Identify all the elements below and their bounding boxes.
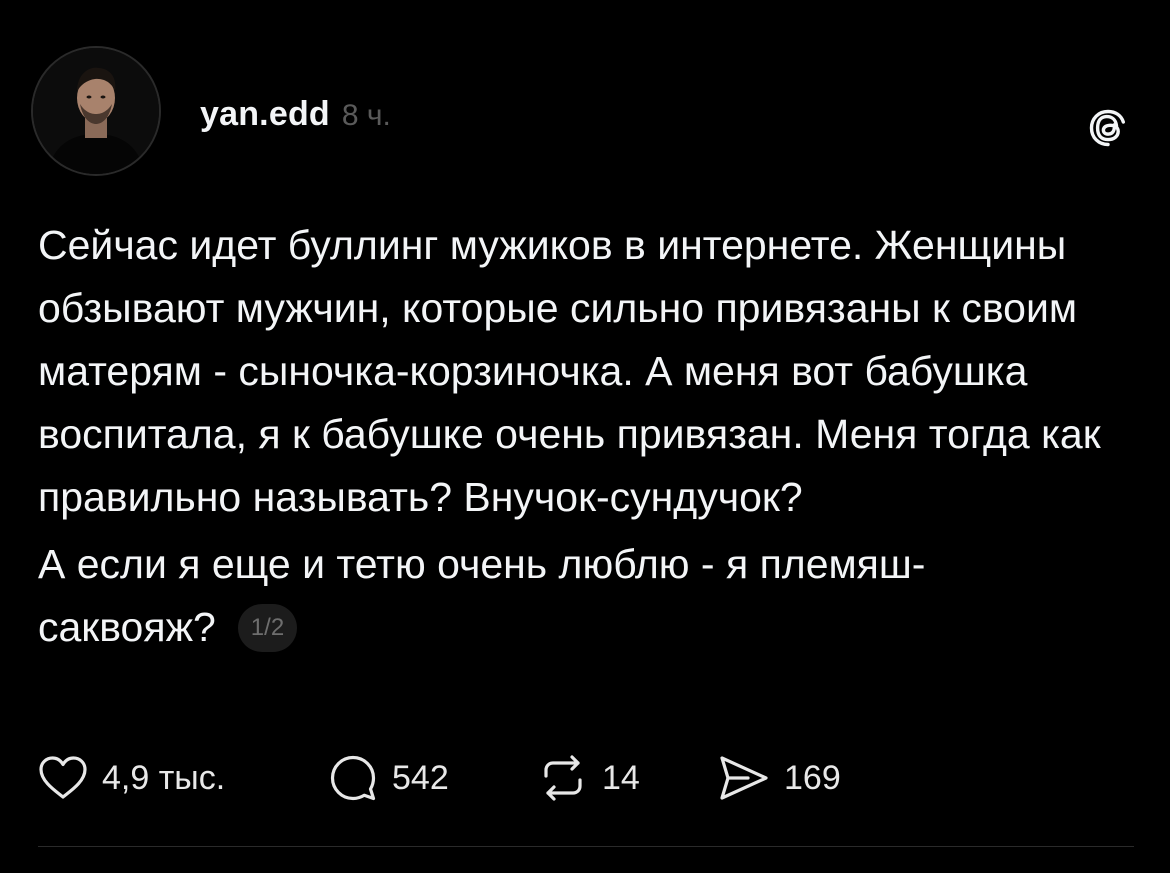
threads-logo-icon[interactable] — [1083, 103, 1133, 153]
heart-icon — [39, 756, 87, 799]
paragraph-2-line-2: саквояж? — [38, 604, 216, 650]
comment-bubble-icon — [330, 755, 376, 801]
avatar[interactable] — [31, 46, 161, 176]
post-time: 8 ч. — [341, 99, 391, 132]
post-body: Сейчас идет буллинг мужиков в интернете.… — [38, 214, 1138, 659]
like-count: 4,9 тыс. — [102, 758, 226, 797]
repost-count: 14 — [602, 758, 640, 797]
post-header: yan.edd 8 ч. — [200, 95, 391, 143]
repost-icon — [544, 755, 582, 801]
comment-count: 542 — [392, 758, 449, 797]
send-icon — [720, 756, 768, 800]
repost-button[interactable]: 14 — [538, 748, 640, 808]
share-button[interactable]: 169 — [718, 748, 841, 808]
paragraph-2-line-1: А если я еще и тетю очень люблю - я плем… — [38, 541, 926, 587]
post-paragraph-1: Сейчас идет буллинг мужиков в интернете.… — [38, 222, 1101, 520]
post-actions: 4,9 тыс. 542 14 169 — [38, 748, 938, 808]
avatar-photo — [33, 48, 159, 174]
paragraph-2-line-2-row: саквояж? 1/2 — [38, 596, 1138, 659]
threads-post: yan.edd 8 ч. Сейчас идет буллинг мужиков… — [0, 0, 1170, 873]
comment-button[interactable]: 542 — [328, 748, 449, 808]
username[interactable]: yan.edd — [200, 95, 330, 134]
share-count: 169 — [784, 758, 841, 797]
post-paragraph-2: А если я еще и тетю очень люблю - я плем… — [38, 533, 1138, 659]
like-button[interactable]: 4,9 тыс. — [38, 748, 225, 808]
page-indicator-badge: 1/2 — [237, 603, 298, 652]
divider — [38, 846, 1134, 847]
